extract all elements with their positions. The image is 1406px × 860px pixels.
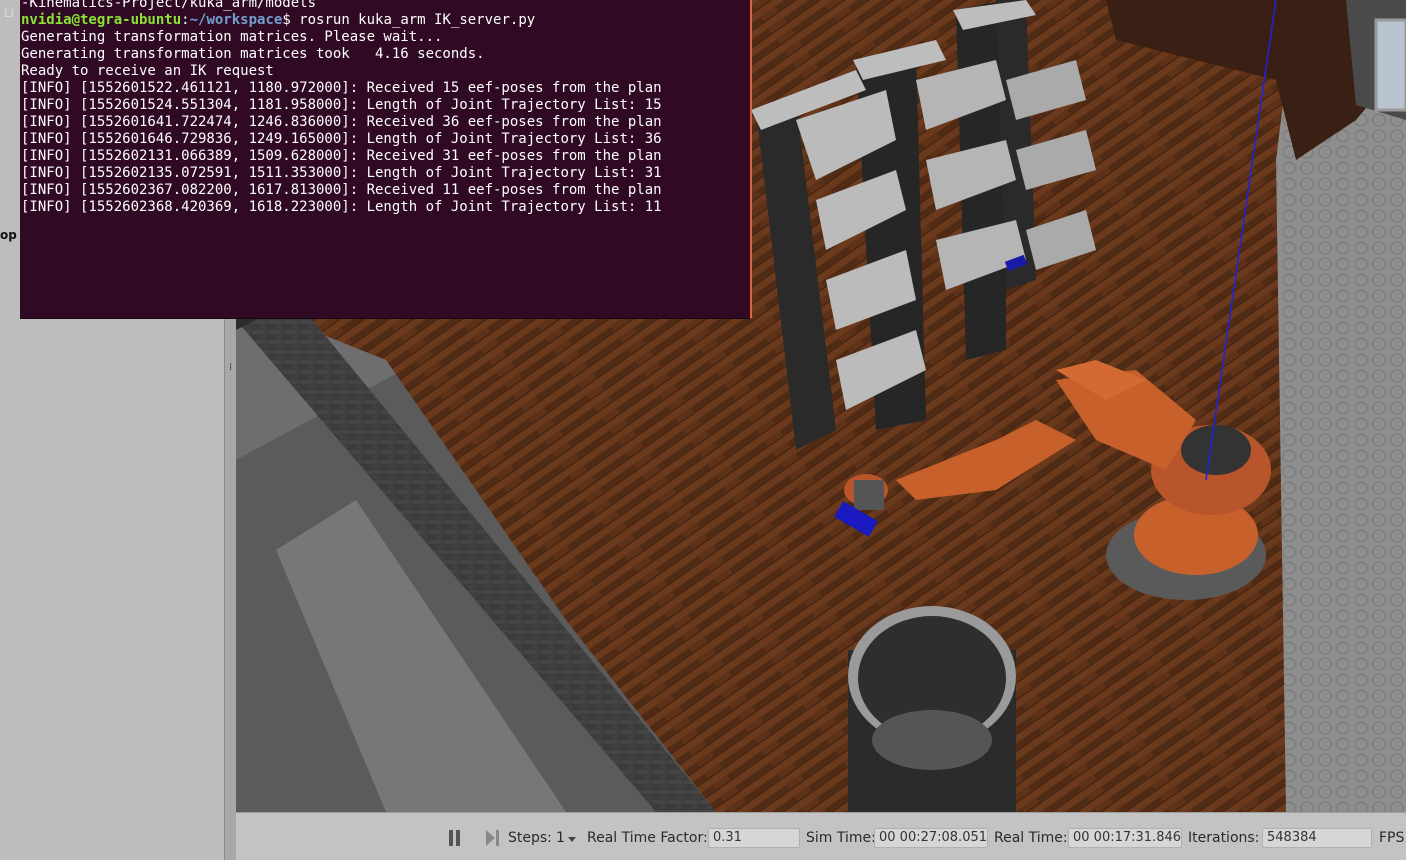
fps-label: FPS: <box>1379 830 1406 846</box>
iterations-field: 548384 <box>1262 828 1372 848</box>
real-time-label: Real Time: <box>994 830 1068 846</box>
terminal-line: [INFO] [1552602367.082200, 1617.813000]:… <box>21 182 662 198</box>
sim-time-field: 00 00:27:08.051 <box>874 828 988 848</box>
prompt-separator: : <box>181 12 190 28</box>
terminal-window[interactable]: -Kinematics-Project/kuka_arm/models nvid… <box>20 0 752 319</box>
terminal-output: -Kinematics-Project/kuka_arm/models nvid… <box>20 0 750 216</box>
prompt-user-host: nvidia@tegra-ubuntu <box>21 12 182 28</box>
iterations-label: Iterations: <box>1188 830 1260 846</box>
terminal-line: [INFO] [1552601646.729836, 1249.165000]:… <box>21 131 662 147</box>
rtf-label: Real Time Factor: <box>587 830 708 846</box>
terminal-line: Generating transformation matrices took … <box>21 46 485 62</box>
prompt-symbol: $ <box>282 12 300 28</box>
dropdown-arrow-icon[interactable] <box>568 837 576 842</box>
terminal-line: [INFO] [1552601524.551304, 1181.958000]:… <box>21 97 662 113</box>
terminal-line: -Kinematics-Project/kuka_arm/models <box>21 0 317 11</box>
terminal-line: [INFO] [1552602368.420369, 1618.223000]:… <box>21 199 662 215</box>
rtf-field: 0.31 <box>708 828 800 848</box>
steps-label: Steps: <box>508 830 552 846</box>
terminal-line: [INFO] [1552602131.066389, 1509.628000]:… <box>21 148 662 164</box>
steps-value[interactable]: 1 <box>556 830 565 846</box>
sim-time-label: Sim Time: <box>806 830 876 846</box>
grip-icon[interactable]: ⁞ <box>229 362 232 373</box>
prompt-command: rosrun kuka_arm IK_server.py <box>299 12 536 28</box>
step-icon[interactable] <box>484 829 502 847</box>
terminal-line: Ready to receive an IK request <box>21 63 274 79</box>
real-time-field: 00 00:17:31.846 <box>1068 828 1182 848</box>
left-panel-top-label: Li <box>4 6 15 20</box>
target-bin <box>848 606 1016 812</box>
terminal-line: [INFO] [1552601522.461121, 1180.972000]:… <box>21 80 662 96</box>
terminal-line: Generating transformation matrices. Plea… <box>21 29 443 45</box>
status-bar: Steps: 1 Real Time Factor: 0.31 Sim Time… <box>236 812 1406 860</box>
left-panel-tab[interactable]: op <box>0 228 17 242</box>
terminal-line: [INFO] [1552602135.072591, 1511.353000]:… <box>21 165 662 181</box>
prompt-path: ~/workspace <box>189 12 283 28</box>
terminal-line: [INFO] [1552601641.722474, 1246.836000]:… <box>21 114 662 130</box>
pause-icon[interactable] <box>446 829 464 847</box>
